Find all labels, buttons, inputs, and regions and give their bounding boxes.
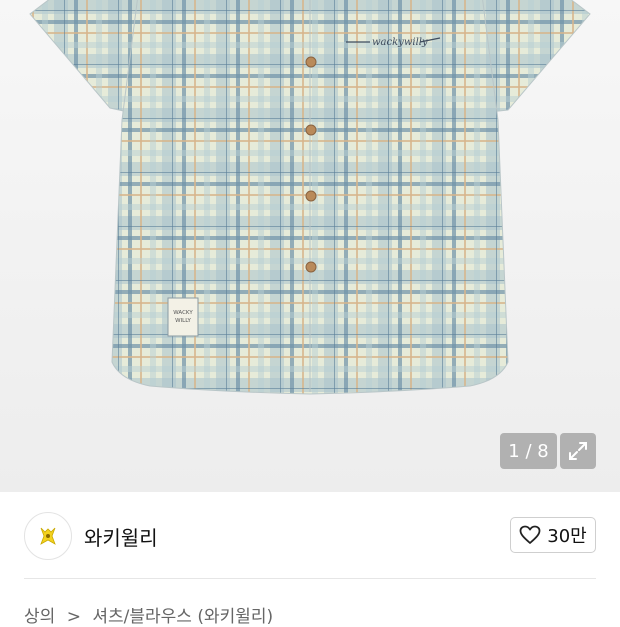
expand-icon <box>569 442 587 460</box>
tag-text-2: WILLY <box>175 318 191 324</box>
breadcrumb-category[interactable]: 상의 <box>24 607 55 627</box>
breadcrumb-subcategory[interactable]: 셔츠/블라우스 (와키윌리) <box>92 607 273 627</box>
image-counter: 1 / 8 <box>500 433 557 469</box>
heart-icon <box>519 525 541 544</box>
divider <box>24 578 596 579</box>
breadcrumb-separator: > <box>66 607 81 627</box>
brand-row: 와키윌리 30만 <box>0 492 620 578</box>
like-button[interactable]: 30만 <box>510 517 596 553</box>
chest-embroidery-text: wackywilly <box>372 37 428 48</box>
breadcrumb: 상의 > 셔츠/블라우스 (와키윌리) <box>24 602 273 627</box>
product-image-gallery[interactable]: wackywilly WACKY WILLY 1 / 8 <box>0 0 620 492</box>
tag-text-1: WACKY <box>173 310 193 316</box>
product-image: wackywilly WACKY WILLY <box>29 0 591 395</box>
brand-logo-icon <box>40 527 56 545</box>
like-count: 30만 <box>547 526 587 547</box>
brand-logo[interactable] <box>24 512 72 560</box>
expand-button[interactable] <box>560 433 596 469</box>
brand-name[interactable]: 와키윌리 <box>84 522 158 551</box>
